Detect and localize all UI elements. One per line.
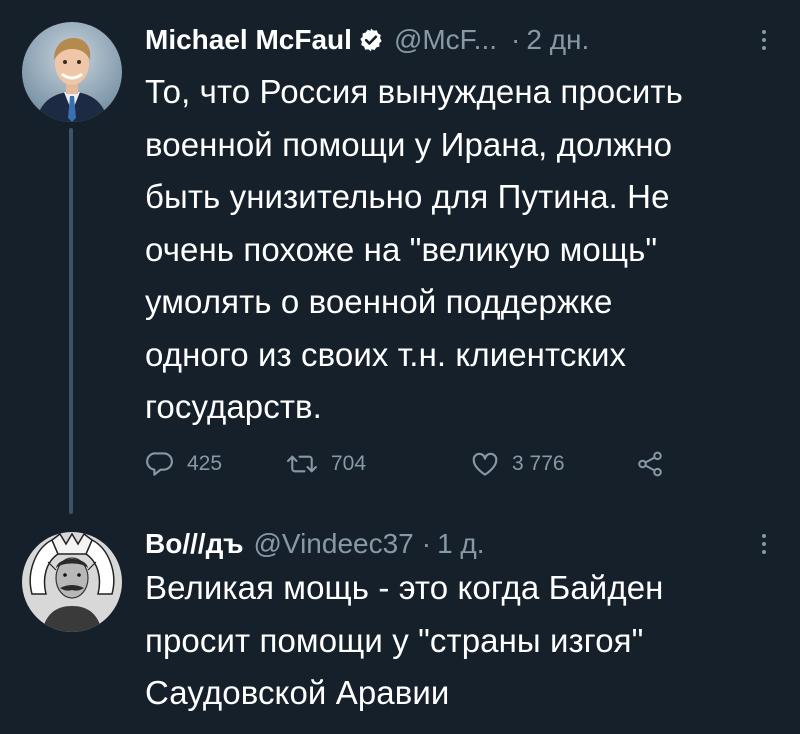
tweet[interactable]: Michael McFaul @McF... · 2 дн. То, что Р… (0, 0, 800, 514)
like-count: 3 776 (512, 452, 565, 475)
tweet-text: Великая мощь - это когда Байден просит п… (145, 569, 664, 711)
share-button[interactable] (635, 446, 665, 482)
tweet[interactable]: Во///дъ @Vindeec37 · 1 д. Великая мощь -… (0, 512, 800, 734)
author-handle[interactable]: @McF... (394, 24, 497, 56)
timestamp[interactable]: 1 д. (437, 528, 484, 560)
like-button[interactable]: 3 776 (470, 446, 565, 482)
author-name[interactable]: Во///дъ (145, 528, 243, 560)
verified-badge-icon (358, 27, 384, 53)
thread-line (69, 128, 73, 514)
retweet-count: 704 (331, 452, 367, 475)
author-handle[interactable]: @Vindeec37 (253, 528, 413, 560)
avatar[interactable] (22, 532, 122, 632)
separator-dot: · (421, 528, 432, 559)
avatar[interactable] (22, 22, 122, 122)
separator-dot: · (511, 24, 521, 55)
reply-button[interactable]: 425 (145, 446, 222, 482)
more-options-icon[interactable] (752, 26, 776, 56)
share-icon (635, 449, 665, 479)
retweet-button[interactable]: 704 (285, 446, 366, 482)
timestamp[interactable]: 2 дн. (526, 24, 589, 56)
avatar-image (22, 532, 122, 632)
more-options-icon[interactable] (752, 530, 776, 560)
tweet-text: То, что Россия вынуждена просить военной… (145, 73, 683, 425)
avatar-image (22, 22, 122, 122)
author-name[interactable]: Michael McFaul (145, 24, 352, 56)
tweet-header: Michael McFaul @McF... · 2 дн. (145, 20, 589, 60)
retweet-icon (285, 449, 319, 479)
reply-icon (145, 449, 175, 479)
tweet-header: Во///дъ @Vindeec37 · 1 д. (145, 524, 485, 564)
heart-icon (470, 449, 500, 479)
reply-count: 425 (187, 452, 223, 475)
tweet-actions: 425 704 3 776 (145, 446, 705, 482)
